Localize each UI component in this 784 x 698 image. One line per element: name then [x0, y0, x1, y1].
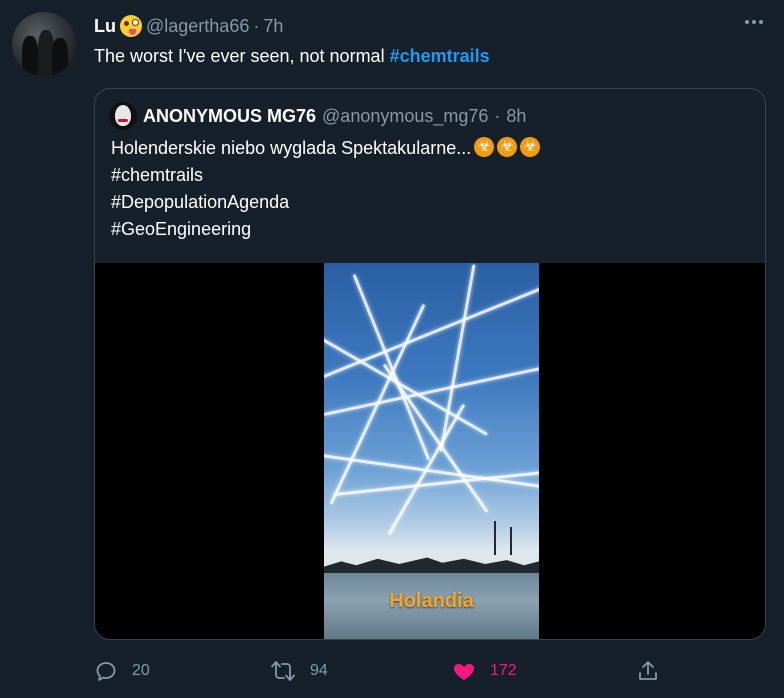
heart-icon	[453, 664, 475, 680]
quoted-tweet[interactable]: ANONYMOUS MG76 @anonymous_mg76 · 8h Hole…	[94, 88, 766, 640]
action-bar: 20 94 172	[94, 656, 766, 686]
quote-line: Holenderskie niebo wyglada Spektakularne…	[111, 135, 541, 162]
reply-button[interactable]: 20	[94, 656, 150, 686]
tweet-header: Lu @lagertha66 · 7h	[94, 14, 283, 38]
video-caption: Holandia	[389, 590, 474, 612]
video-frame[interactable]: Holandia	[324, 263, 539, 639]
quote-hashtag-geoengineering[interactable]: #GeoEngineering	[111, 216, 540, 243]
biohazard-icon	[497, 137, 518, 157]
like-count: 172	[490, 662, 517, 679]
like-button[interactable]: 172	[452, 656, 517, 686]
quote-avatar[interactable]	[109, 102, 137, 130]
biohazard-icon	[520, 137, 541, 157]
biohazard-icon	[474, 137, 495, 157]
quote-header: ANONYMOUS MG76 @anonymous_mg76 · 8h	[109, 102, 526, 130]
tweet-body: The worst I've ever seen, not normal	[94, 46, 390, 66]
quote-handle[interactable]: @anonymous_mg76	[322, 106, 488, 127]
video-player[interactable]: Holandia	[95, 263, 765, 639]
quote-hashtag-chemtrails[interactable]: #chemtrails	[111, 162, 540, 189]
winking-tongue-emoji-icon	[120, 15, 142, 37]
hashtag-link[interactable]: #chemtrails	[390, 46, 490, 66]
tweet-time[interactable]: 7h	[263, 16, 283, 37]
reply-count: 20	[132, 662, 150, 679]
share-icon	[639, 661, 657, 680]
quote-time[interactable]: 8h	[506, 106, 526, 127]
author-handle[interactable]: @lagertha66	[146, 16, 249, 37]
quote-author-name[interactable]: ANONYMOUS MG76	[143, 106, 316, 127]
more-icon[interactable]	[742, 14, 766, 30]
separator-dot: ·	[494, 105, 501, 126]
author-avatar[interactable]	[12, 12, 76, 76]
retweet-icon	[271, 661, 295, 681]
author-name[interactable]: Lu	[94, 16, 116, 37]
reply-icon	[96, 662, 116, 681]
share-button[interactable]	[636, 656, 660, 686]
quote-text: Holenderskie niebo wyglada Spektakularne…	[111, 135, 541, 243]
separator-dot: ·	[253, 15, 260, 36]
quote-line-text: Holenderskie niebo wyglada Spektakularne…	[111, 138, 472, 158]
tweet-text: The worst I've ever seen, not normal #ch…	[94, 44, 490, 68]
retweet-count: 94	[310, 662, 328, 679]
retweet-button[interactable]: 94	[270, 656, 328, 686]
quote-hashtag-depopulation[interactable]: #DepopulationAgenda	[111, 189, 540, 216]
